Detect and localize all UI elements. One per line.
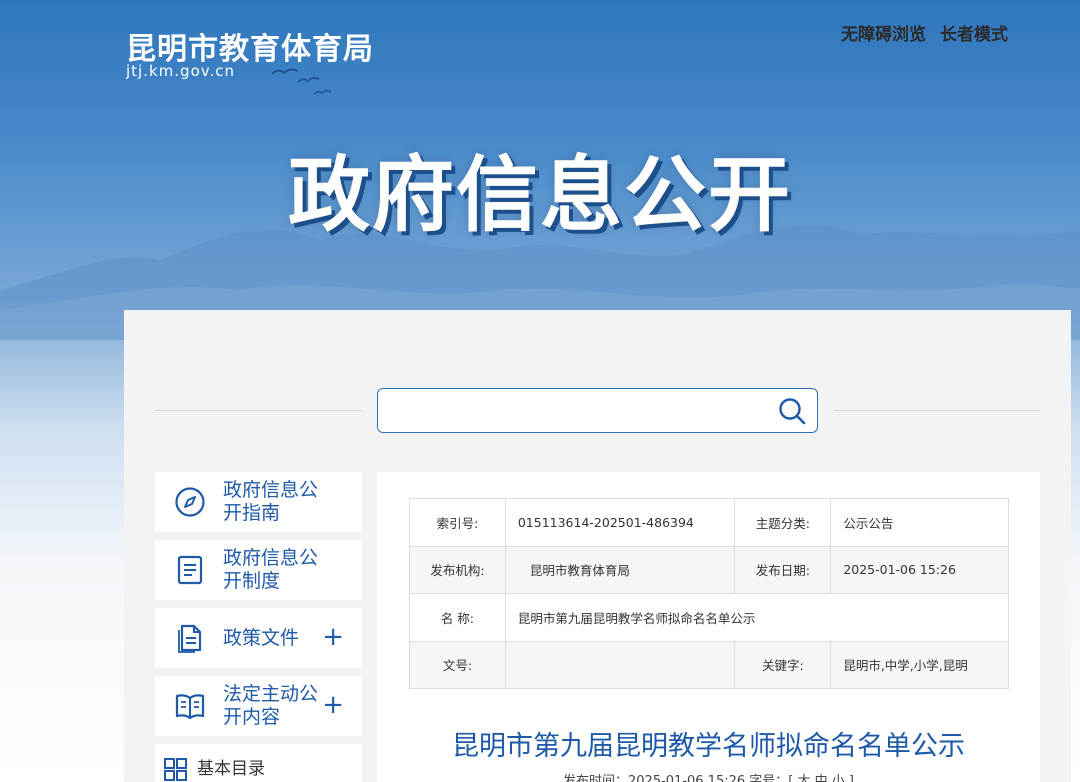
keyword-label: 关键字: <box>734 640 832 689</box>
table-row: 名 称: 昆明市第九届昆明教学名师拟命名名单公示 <box>409 593 1010 642</box>
expand-plus-icon[interactable]: + <box>322 692 344 718</box>
sidebar-item-statutory-content[interactable]: 法定主动公开内容 + <box>155 676 362 736</box>
files-icon <box>173 621 207 655</box>
docno-label: 文号: <box>409 640 506 689</box>
name-label: 名 称: <box>409 593 506 642</box>
sidebar-item-policy-files[interactable]: 政策文件 + <box>155 608 362 668</box>
info-meta-table: 索引号: 015113614-202501-486394 主题分类: 公示公告 … <box>409 498 1010 689</box>
site-domain: jtj.km.gov.cn <box>126 62 235 80</box>
sidebar-subitem-basic-catalog[interactable]: 基本目录 <box>155 744 362 782</box>
index-value: 015113614-202501-486394 <box>504 498 736 547</box>
sidebar-item-label: 法定主动公开内容 <box>223 683 319 728</box>
document-list-icon <box>173 553 207 587</box>
accessibility-link[interactable]: 无障碍浏览 <box>841 20 926 45</box>
sidebar-item-policy-system[interactable]: 政府信息公开制度 <box>155 540 362 600</box>
date-value: 2025-01-06 15:26 <box>830 545 1009 594</box>
expand-plus-icon[interactable]: + <box>322 624 344 650</box>
org-value: 昆明市教育体育局 <box>504 545 736 594</box>
search-divider-right <box>834 410 1040 411</box>
sidebar-nav: 政府信息公开指南 政府信息公开制度 政策文件 + 法定主动公开内容 + 基本目录 <box>155 472 362 782</box>
sidebar-item-label: 政策文件 <box>223 626 300 649</box>
grid-icon <box>164 758 187 781</box>
birds-icon <box>271 68 332 95</box>
table-row: 文号: 关键字: 昆明市,中学,小学,昆明 <box>409 640 1009 689</box>
sidebar-subitem-label: 基本目录 <box>197 758 265 779</box>
search-divider-left <box>155 410 362 411</box>
compass-icon <box>173 485 207 519</box>
topic-value: 公示公告 <box>830 498 1009 547</box>
search-box <box>377 388 818 433</box>
table-row: 发布机构: 昆明市教育体育局 发布日期: 2025-01-06 15:26 <box>409 545 1009 594</box>
topic-label: 主题分类: <box>734 498 832 547</box>
article-meta: 发布时间：2025-01-06 15:26 字号：[ 大 中 小 ] <box>563 774 854 782</box>
search-input[interactable] <box>378 389 758 432</box>
sidebar-item-label: 政府信息公开指南 <box>223 479 319 524</box>
article-title: 昆明市第九届昆明教学名师拟命名名单公示 <box>452 731 965 762</box>
date-label: 发布日期: <box>734 545 832 594</box>
site-header: 昆明市教育体育局 jtj.km.gov.cn 无障碍浏览 长者模式 政府信息公开 <box>0 0 1080 310</box>
top-links: 无障碍浏览 长者模式 <box>841 20 1008 45</box>
content-panel: 政府信息公开指南 政府信息公开制度 政策文件 + 法定主动公开内容 + 基本目录… <box>124 310 1071 782</box>
search-icon[interactable] <box>777 397 807 425</box>
table-row: 索引号: 015113614-202501-486394 主题分类: 公示公告 <box>409 498 1009 547</box>
keyword-value: 昆明市,中学,小学,昆明 <box>830 640 1009 689</box>
sidebar-item-label: 政府信息公开制度 <box>223 547 319 592</box>
article-main: 索引号: 015113614-202501-486394 主题分类: 公示公告 … <box>377 472 1040 782</box>
org-label: 发布机构: <box>409 545 506 594</box>
docno-value <box>504 640 736 689</box>
book-icon <box>173 689 207 723</box>
name-value: 昆明市第九届昆明教学名师拟命名名单公示 <box>504 593 1010 642</box>
index-label: 索引号: <box>409 498 506 547</box>
sidebar-item-guide[interactable]: 政府信息公开指南 <box>155 472 362 532</box>
elder-mode-link[interactable]: 长者模式 <box>940 20 1008 45</box>
banner-title: 政府信息公开 <box>287 148 792 243</box>
